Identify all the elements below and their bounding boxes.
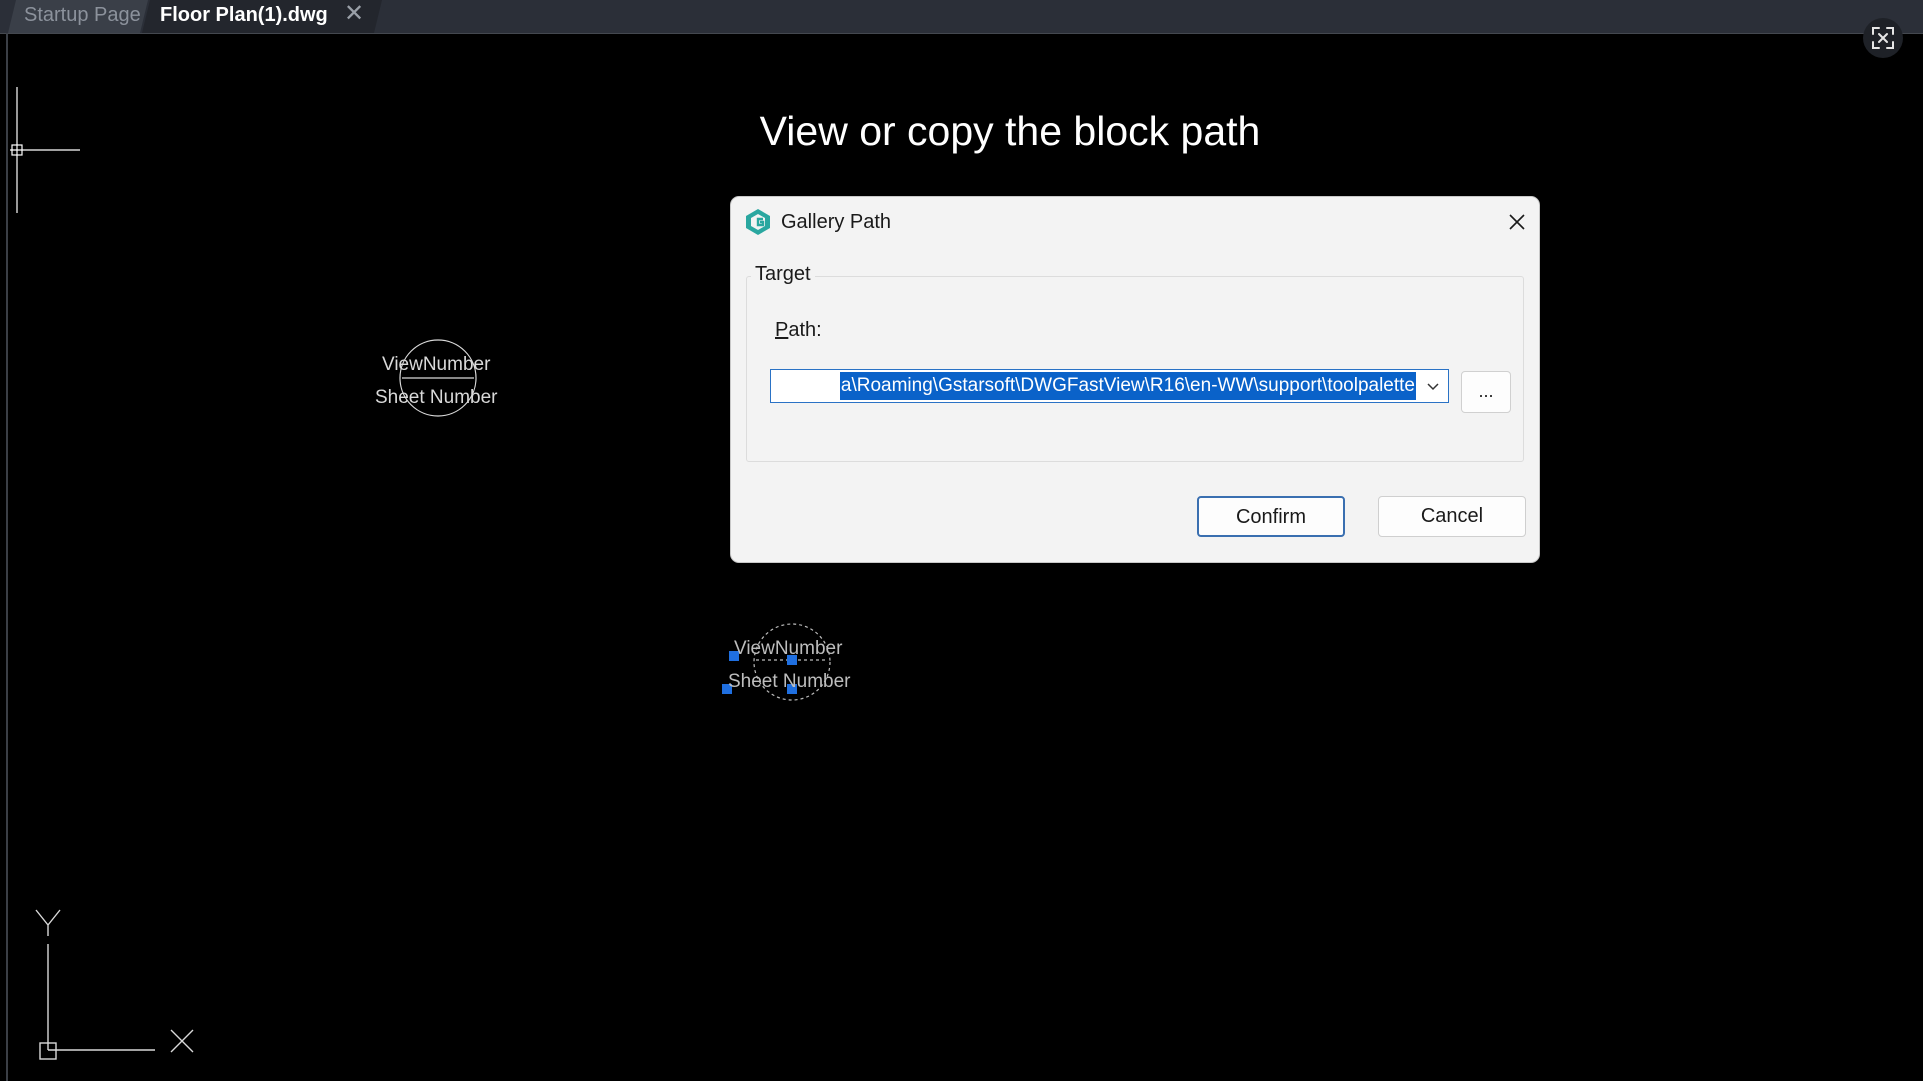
block2-view-number: ViewNumber [734,638,843,659]
cancel-button[interactable]: Cancel [1378,496,1526,537]
ucs-icon [35,909,194,1060]
instruction-headline: View or copy the block path [759,108,1261,154]
path-label-rest: ath: [788,319,822,341]
dialog-close-button[interactable] [1501,207,1533,237]
path-dropdown-button[interactable] [1418,370,1448,402]
target-group-label: Target [751,263,815,286]
block1-view-number: ViewNumber [382,354,491,375]
gstarcad-logo-icon [746,209,770,235]
path-label-mnemonic: P [775,319,789,341]
block2-sheet-number: Sheet Number [728,671,851,692]
app-window: Startup Page Floor Plan(1).dwg ✕ View or… [0,0,1923,1081]
path-combobox[interactable]: a\Roaming\Gstarsoft\DWGFastView\R16\en-W… [770,369,1449,403]
browse-button[interactable]: ... [1461,371,1511,413]
block1-sheet-number: Sheet Number [375,387,498,408]
chevron-down-icon [1427,383,1439,391]
gallery-path-dialog: Gallery Path Target Path: a\Roaming\Gsta… [730,196,1540,563]
path-input-value[interactable]: a\Roaming\Gstarsoft\DWGFastView\R16\en-W… [839,372,1416,400]
close-icon [1509,214,1525,230]
path-label: Path: [775,319,822,342]
confirm-button[interactable]: Confirm [1197,496,1345,537]
dialog-title: Gallery Path [781,211,892,233]
crosshair-cursor [10,87,80,213]
